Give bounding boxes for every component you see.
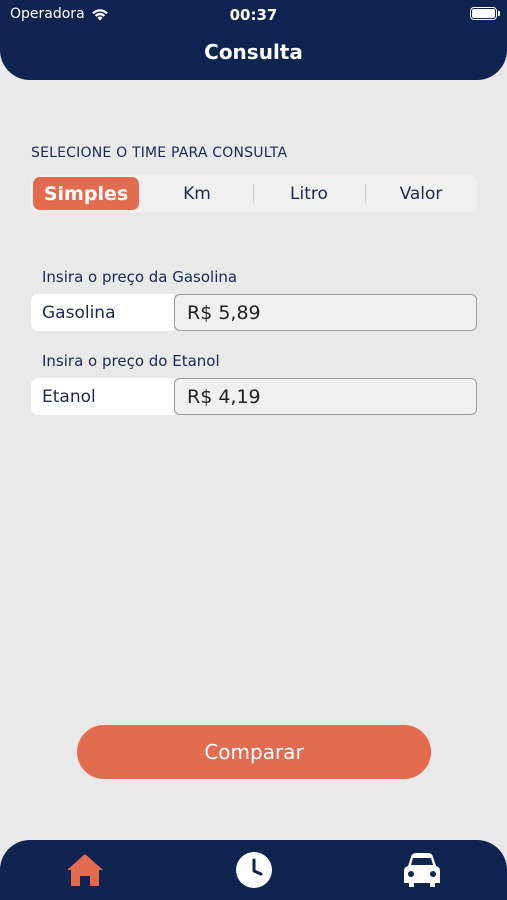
status-bar: Operadora 00:37 [0, 0, 507, 28]
segment-valor[interactable]: Valor [365, 175, 477, 212]
etanol-row: Etanol R$ 4,19 [31, 378, 477, 415]
etanol-prompt: Insira o preço do Etanol [42, 352, 220, 370]
segment-litro[interactable]: Litro [253, 175, 365, 212]
clock-icon [236, 852, 272, 888]
compare-button[interactable]: Comparar [77, 725, 431, 779]
etanol-price-input[interactable]: R$ 4,19 [174, 378, 477, 415]
gasolina-row: Gasolina R$ 5,89 [31, 294, 477, 331]
segment-simples[interactable]: Simples [33, 177, 139, 210]
tab-history[interactable] [234, 850, 274, 890]
tab-bar [0, 840, 507, 900]
tab-car[interactable] [402, 850, 442, 890]
home-icon [67, 854, 103, 886]
gasolina-label: Gasolina [31, 294, 174, 331]
page-title: Consulta [204, 40, 303, 64]
header-bar: Operadora 00:37 Consulta [0, 0, 507, 80]
etanol-label: Etanol [31, 378, 174, 415]
gasolina-prompt: Insira o preço da Gasolina [42, 268, 238, 286]
car-icon [404, 853, 440, 887]
tab-home[interactable] [65, 850, 105, 890]
battery-icon [470, 7, 500, 20]
mode-segmented-control: Simples Km Litro Valor [31, 175, 477, 212]
segment-km[interactable]: Km [141, 175, 253, 212]
selector-label: SELECIONE O TIME PARA CONSULTA [31, 145, 288, 161]
gasolina-price-input[interactable]: R$ 5,89 [174, 294, 477, 331]
status-time: 00:37 [229, 6, 278, 24]
